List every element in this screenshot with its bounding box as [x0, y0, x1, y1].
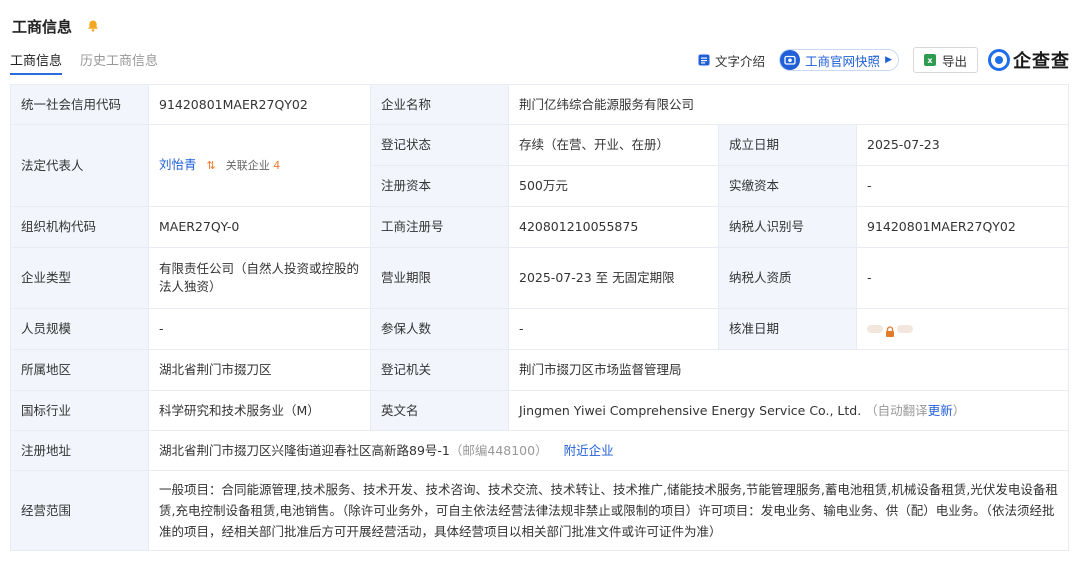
paid-capital-label: 实缴资本 — [718, 165, 857, 207]
company-name-label: 企业名称 — [370, 84, 509, 125]
business-info-table: 统一社会信用代码 91420801MAER27QY02 企业名称 荆门亿纬综合能… — [10, 84, 1070, 551]
text-intro-label: 文字介绍 — [715, 53, 766, 69]
founded-label: 成立日期 — [718, 124, 857, 166]
biz-term-label: 营业期限 — [370, 247, 509, 309]
toolbar: 文字介绍 工商官网快照 ▶ x 导出 企查查 — [684, 46, 1070, 74]
related-company-icon: ⇅ — [206, 159, 216, 172]
reg-authority-label: 登记机关 — [370, 349, 509, 391]
company-type-label: 企业类型 — [10, 247, 149, 309]
auto-translate-note: （自动翻译更新） — [865, 402, 966, 418]
reg-authority-value: 荆门市掇刀区市场监督管理局 — [507, 349, 1070, 391]
company-name-value: 荆门亿纬综合能源服务有限公司 — [507, 84, 1070, 125]
triangle-right-icon: ▶ — [885, 55, 892, 65]
reg-status-value: 存续（在营、开业、在册） — [508, 124, 719, 166]
bell-icon[interactable] — [84, 17, 102, 35]
tab-bar: 工商信息 历史工商信息 — [10, 50, 176, 75]
document-icon — [698, 54, 710, 66]
credit-code-value: 91420801MAER27QY02 — [148, 84, 371, 125]
org-code-label: 组织机构代码 — [10, 206, 149, 248]
address-cell: 湖北省荆门市掇刀区兴隆街道迎春社区高新路89号-1（邮编448100） 附近企业 — [147, 430, 1070, 471]
legal-rep-link[interactable]: 刘怡青 — [159, 157, 197, 172]
locked-value[interactable] — [867, 324, 913, 337]
scope-label: 经营范围 — [10, 470, 149, 551]
approval-date-label: 核准日期 — [718, 308, 857, 350]
qcc-logo-icon — [988, 49, 1010, 71]
paid-capital-value: - — [855, 165, 1070, 207]
taxpayer-id-label: 纳税人识别号 — [718, 206, 857, 248]
section-title: 工商信息 — [12, 17, 73, 36]
english-name-label: 英文名 — [370, 390, 509, 431]
export-label: 导出 — [941, 53, 967, 69]
english-name-value: Jingmen Yiwei Comprehensive Energy Servi… — [519, 402, 862, 418]
biz-term-value: 2025-07-23 至 无固定期限 — [508, 247, 719, 309]
reg-status-label: 登记状态 — [370, 124, 509, 166]
lock-icon — [885, 324, 895, 337]
tab-business-info[interactable]: 工商信息 — [10, 50, 63, 75]
brand-name: 企查查 — [1013, 51, 1070, 72]
taxpayer-id-value: 91420801MAER27QY02 — [855, 206, 1070, 248]
related-company-link[interactable]: 关联企业 4 — [226, 159, 281, 172]
table-row: 组织机构代码 MAER27QY-0 工商注册号 420801210055875 … — [10, 206, 1070, 248]
text-intro-button[interactable]: 文字介绍 — [698, 51, 765, 70]
reg-capital-label: 注册资本 — [370, 165, 509, 207]
export-button[interactable]: x 导出 — [912, 47, 978, 73]
snapshot-icon — [780, 50, 801, 70]
legal-rep-cell: 刘怡青 ⇅ 关联企业 4 — [148, 124, 371, 207]
table-row: 注册地址 湖北省荆门市掇刀区兴隆街道迎春社区高新路89号-1（邮编448100）… — [10, 430, 1070, 471]
nearby-companies-link[interactable]: 附近企业 — [564, 443, 614, 458]
org-code-value: MAER27QY-0 — [148, 206, 371, 248]
scope-value: 一般项目：合同能源管理,技术服务、技术开发、技术咨询、技术交流、技术转让、技术推… — [147, 470, 1070, 551]
region-value: 湖北省荆门市掇刀区 — [148, 349, 371, 391]
taxpayer-qual-value: - — [855, 247, 1070, 309]
snapshot-label: 工商官网快照 — [805, 53, 881, 69]
industry-label: 国标行业 — [10, 390, 149, 431]
table-row: 企业类型 有限责任公司（自然人投资或控股的法人独资） 营业期限 2025-07-… — [10, 247, 1070, 309]
update-translation-link[interactable]: 更新 — [928, 403, 953, 418]
biz-reg-no-label: 工商注册号 — [370, 206, 509, 248]
table-row: 人员规模 - 参保人数 - 核准日期 — [10, 308, 1070, 350]
credit-code-label: 统一社会信用代码 — [10, 84, 149, 125]
table-row: 法定代表人 刘怡青 ⇅ 关联企业 4 登记状态 存续（在营、开业、在册） 成立日期 … — [10, 124, 1070, 207]
section-header: 工商信息 — [12, 14, 102, 38]
company-type-value: 有限责任公司（自然人投资或控股的法人独资） — [148, 247, 371, 309]
tab-history-business-info[interactable]: 历史工商信息 — [80, 50, 158, 73]
table-row: 国标行业 科学研究和技术服务业（M） 英文名 Jingmen Yiwei Com… — [10, 390, 1070, 431]
address-value: 湖北省荆门市掇刀区兴隆街道迎春社区高新路89号-1 — [159, 442, 450, 458]
founded-value: 2025-07-23 — [855, 124, 1070, 166]
staff-size-label: 人员规模 — [10, 308, 149, 350]
insured-value: - — [508, 308, 719, 350]
taxpayer-qual-label: 纳税人资质 — [718, 247, 857, 309]
table-row: 所属地区 湖北省荆门市掇刀区 登记机关 荆门市掇刀区市场监督管理局 — [10, 349, 1070, 391]
english-name-cell: Jingmen Yiwei Comprehensive Energy Servi… — [507, 390, 1070, 431]
industry-value: 科学研究和技术服务业（M） — [148, 390, 371, 431]
region-label: 所属地区 — [10, 349, 149, 391]
official-snapshot-button[interactable]: 工商官网快照 ▶ — [779, 49, 899, 71]
legal-rep-label: 法定代表人 — [10, 124, 149, 207]
staff-size-value: - — [148, 308, 371, 350]
biz-reg-no-value: 420801210055875 — [508, 206, 719, 248]
approval-date-value[interactable] — [855, 308, 1070, 350]
table-row: 经营范围 一般项目：合同能源管理,技术服务、技术开发、技术咨询、技术交流、技术转… — [10, 470, 1070, 551]
excel-icon: x — [923, 54, 936, 66]
insured-label: 参保人数 — [370, 308, 509, 350]
reg-capital-value: 500万元 — [508, 165, 719, 207]
table-row: 统一社会信用代码 91420801MAER27QY02 企业名称 荆门亿纬综合能… — [10, 84, 1070, 125]
address-label: 注册地址 — [10, 430, 149, 471]
postcode: （邮编448100） — [449, 442, 548, 458]
brand-logo: 企查查 — [988, 47, 1070, 73]
